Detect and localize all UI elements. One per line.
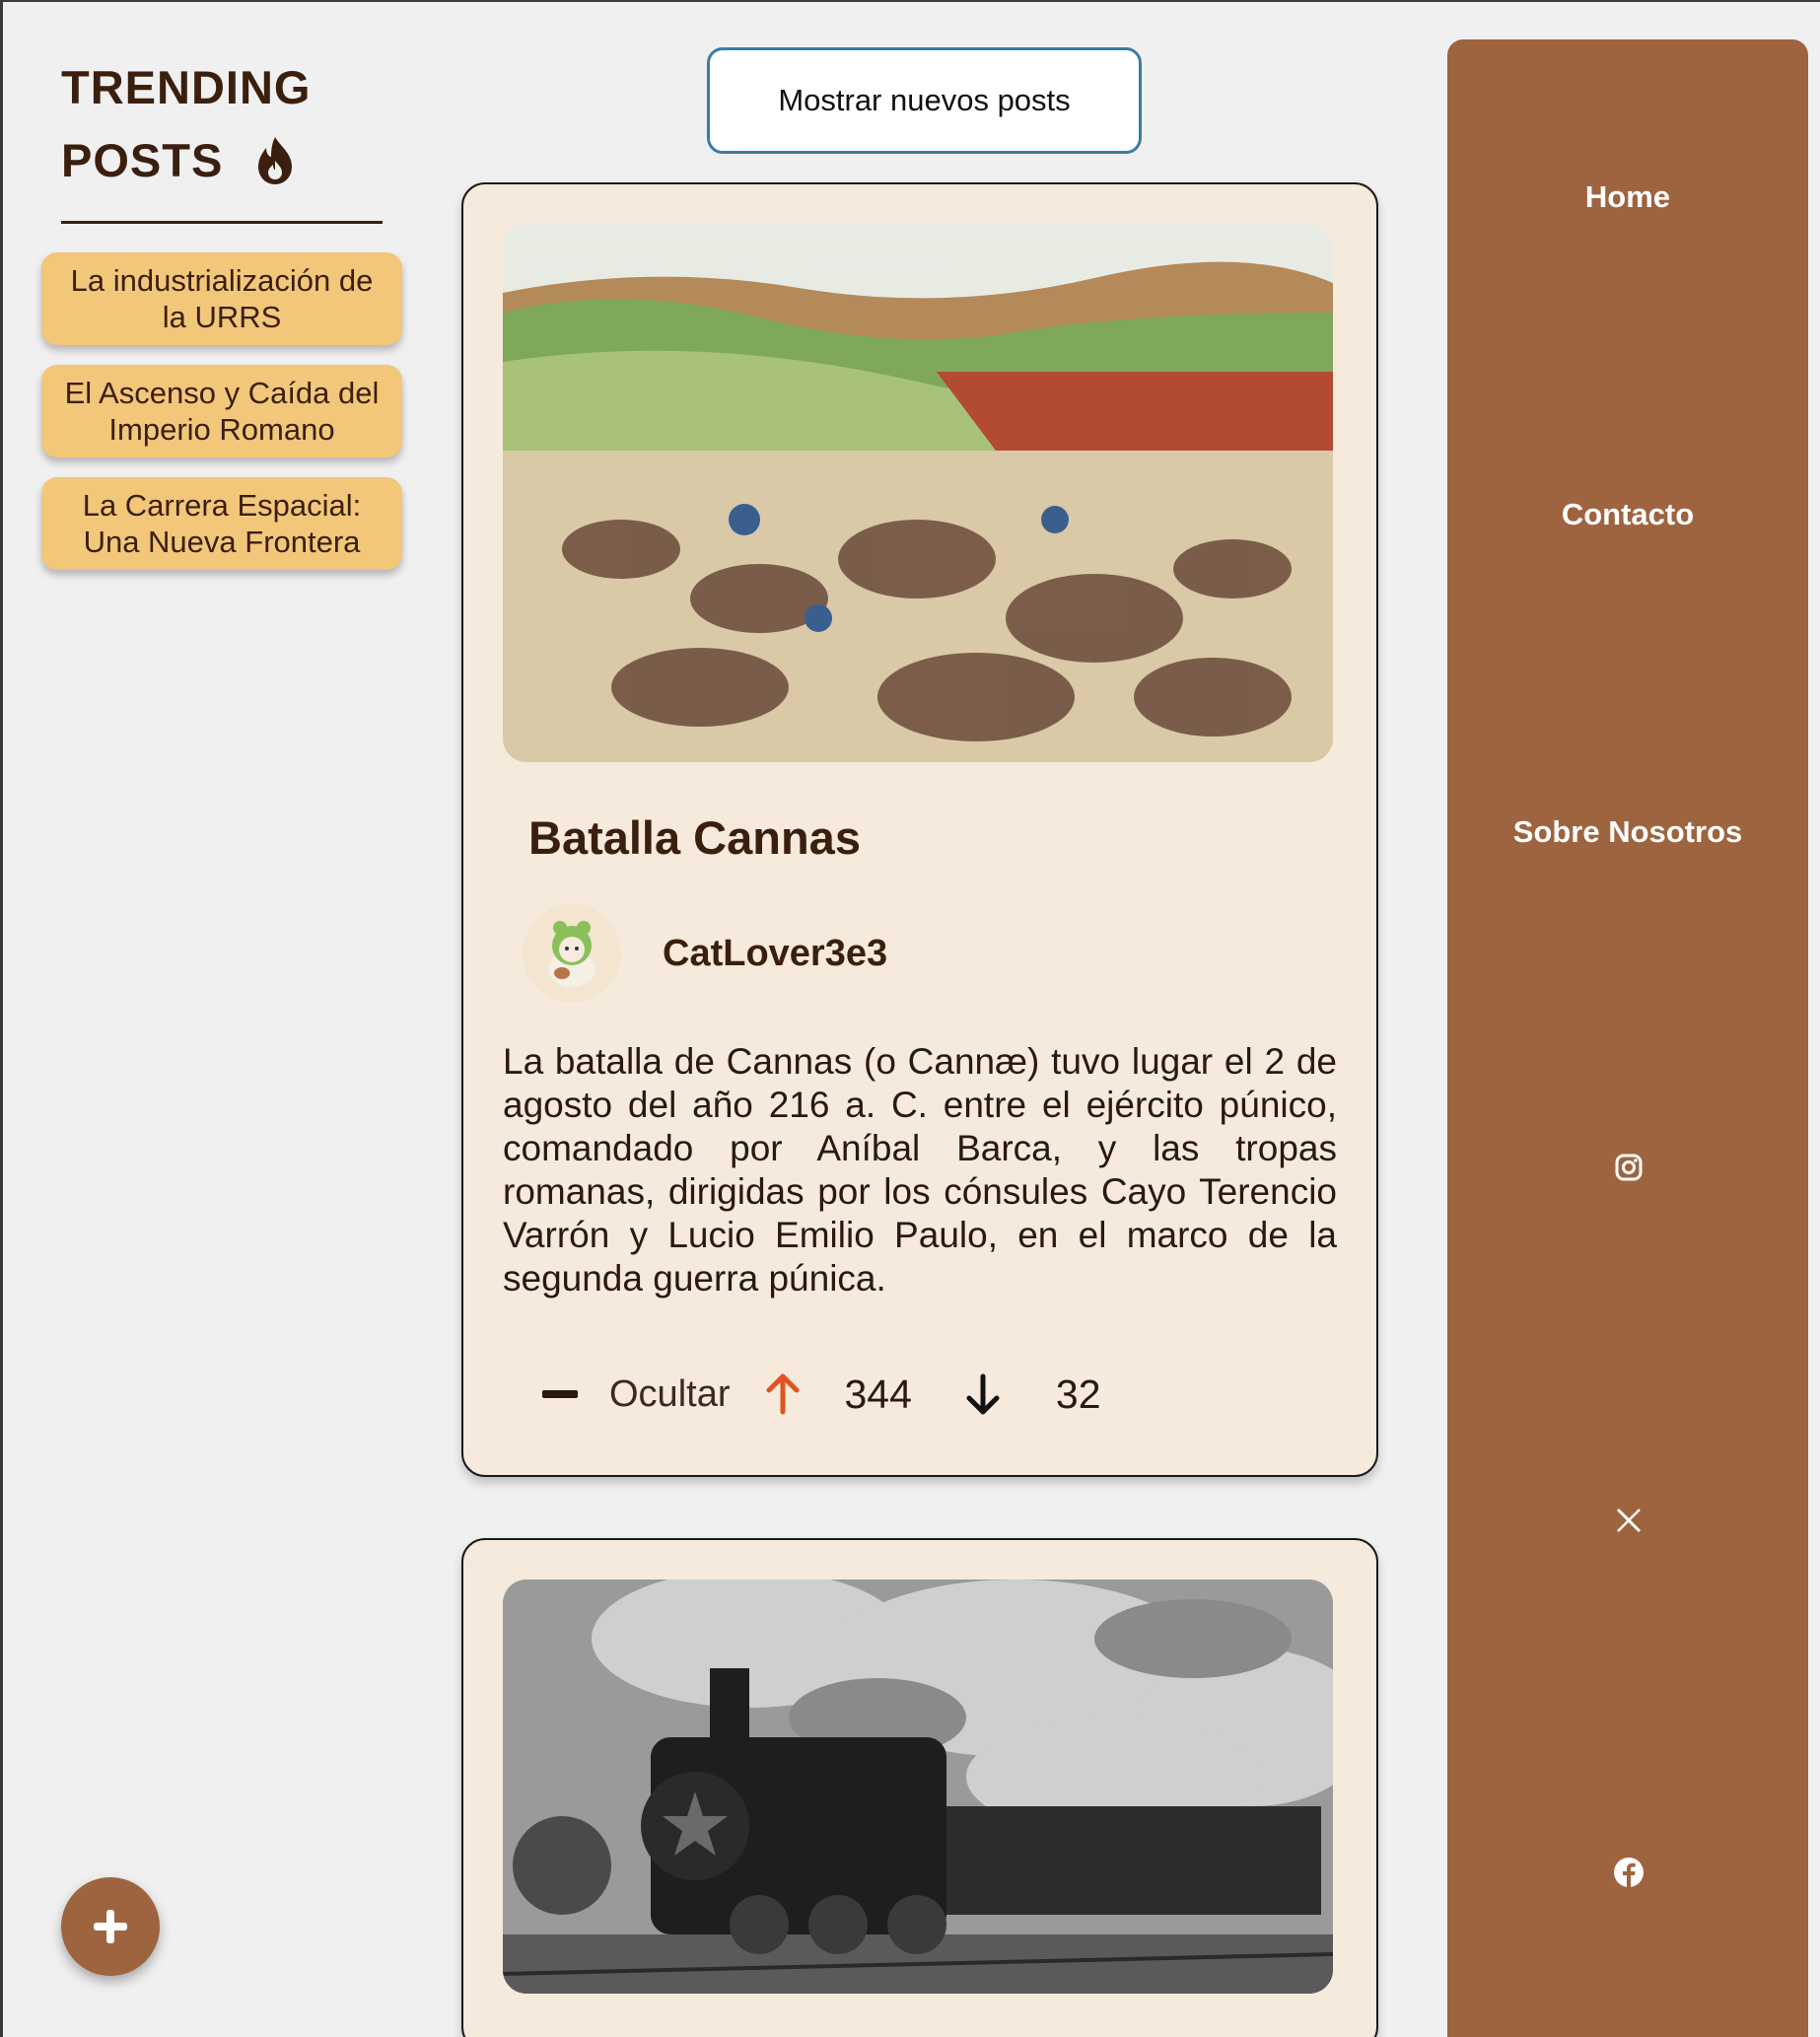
- x-icon[interactable]: [1613, 1505, 1645, 1536]
- battle-illustration-icon: [503, 224, 1333, 762]
- downvote-count: 32: [1055, 1370, 1101, 1417]
- plus-icon: [94, 1910, 127, 1943]
- trending-list: La industrialización de la URRS El Ascen…: [41, 252, 402, 590]
- post-image: [503, 1580, 1333, 1994]
- hide-post-button[interactable]: Ocultar: [542, 1373, 730, 1416]
- cat-avatar-icon: [548, 921, 595, 987]
- trending-title-line1: TRENDING: [61, 61, 312, 113]
- add-post-button[interactable]: [61, 1877, 160, 1976]
- minus-icon: [542, 1390, 578, 1398]
- post-actions: Ocultar 344 32: [542, 1360, 1101, 1429]
- post-author[interactable]: CatLover3e3: [523, 904, 887, 1003]
- avatar[interactable]: [523, 904, 621, 1003]
- trending-item[interactable]: La Carrera Espacial: Una Nueva Frontera: [41, 477, 402, 570]
- nav-contact-link[interactable]: Contacto: [1447, 497, 1808, 532]
- post-title[interactable]: Batalla Cannas: [528, 810, 861, 865]
- instagram-icon[interactable]: [1613, 1152, 1645, 1183]
- upvote-arrow-icon[interactable]: [763, 1372, 803, 1416]
- post-card: [461, 1538, 1378, 2037]
- downvote-arrow-icon[interactable]: [963, 1372, 1003, 1416]
- hide-label: Ocultar: [609, 1372, 731, 1415]
- post-card: Batalla Cannas CatLover3e3 La batalla de…: [461, 182, 1378, 1477]
- post-body: La batalla de Cannas (o Cannæ) tuvo luga…: [503, 1041, 1337, 1299]
- author-name[interactable]: CatLover3e3: [663, 933, 887, 975]
- steam-train-photo-icon: [503, 1580, 1333, 1994]
- trending-divider: [61, 221, 383, 224]
- nav-home-link[interactable]: Home: [1447, 179, 1808, 215]
- fire-icon: [258, 137, 293, 184]
- facebook-icon[interactable]: [1613, 1857, 1645, 1888]
- show-new-posts-button[interactable]: Mostrar nuevos posts: [707, 47, 1142, 154]
- upvote-count: 344: [844, 1370, 912, 1417]
- trending-section: TRENDING POSTS: [61, 51, 383, 224]
- post-image: [503, 224, 1333, 762]
- trending-title: TRENDING POSTS: [61, 51, 383, 197]
- trending-item[interactable]: La industrialización de la URRS: [41, 252, 402, 345]
- nav-about-link[interactable]: Sobre Nosotros: [1447, 814, 1808, 850]
- trending-title-line2: POSTS: [61, 134, 224, 186]
- right-nav: Home Contacto Sobre Nosotros: [1447, 39, 1808, 2037]
- trending-item[interactable]: El Ascenso y Caída del Imperio Romano: [41, 365, 402, 457]
